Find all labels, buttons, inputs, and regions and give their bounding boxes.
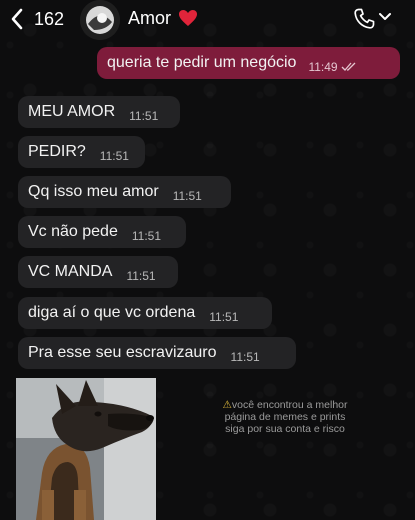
incoming-message[interactable]: PEDIR? 11:51 [18, 136, 145, 168]
message-time: 11:51 [99, 149, 129, 163]
image-message-dog[interactable] [16, 378, 156, 520]
message-time: 11:51 [126, 269, 156, 283]
chat-header: 162 Amor [0, 0, 415, 40]
watermark-line-1: você encontrou a melhor [231, 399, 348, 411]
phone-icon[interactable] [352, 7, 376, 31]
incoming-message[interactable]: VC MANDA 11:51 [18, 256, 178, 288]
message-time: 11:51 [172, 189, 202, 203]
red-heart-icon [179, 10, 197, 26]
message-time: 11:51 [129, 109, 159, 123]
message-text: MEU AMOR [28, 103, 116, 120]
read-receipt-icon [341, 62, 356, 71]
unread-count[interactable]: 162 [34, 9, 64, 30]
message-text: diga aí o que vc ordena [28, 304, 196, 321]
message-time: 11:51 [209, 310, 239, 324]
message-time: 11:51 [131, 229, 161, 243]
watermark-line-2: página de memes e prints [224, 411, 346, 423]
back-chevron-icon[interactable] [10, 8, 24, 30]
incoming-message[interactable]: Vc não pede 11:51 [18, 216, 186, 248]
incoming-message[interactable]: Pra esse seu escravizauro 11:51 [18, 337, 296, 369]
incoming-message[interactable]: Qq isso meu amor 11:51 [18, 176, 231, 208]
message-text: VC MANDA [28, 263, 113, 280]
avatar[interactable] [80, 0, 120, 40]
incoming-message[interactable]: MEU AMOR 11:51 [18, 96, 180, 128]
warning-icon: ⚠ [222, 399, 232, 411]
watermark-text: ⚠você encontrou a melhor página de memes… [200, 399, 370, 435]
message-text: queria te pedir um negócio [107, 54, 297, 71]
message-time: 11:51 [230, 350, 260, 364]
message-text: Vc não pede [28, 223, 118, 240]
message-time: 11:49 [308, 60, 338, 74]
message-text: Qq isso meu amor [28, 183, 159, 200]
message-text: Pra esse seu escravizauro [28, 344, 217, 361]
outgoing-message[interactable]: queria te pedir um negócio 11:49 [97, 47, 400, 79]
incoming-message[interactable]: diga aí o que vc ordena 11:51 [18, 297, 272, 329]
contact-name[interactable]: Amor [128, 8, 171, 29]
watermark-line-3: siga por sua conta e risco [225, 423, 345, 435]
message-text: PEDIR? [28, 143, 86, 160]
dog-photo-image [16, 378, 156, 520]
chevron-down-icon[interactable] [378, 12, 392, 22]
